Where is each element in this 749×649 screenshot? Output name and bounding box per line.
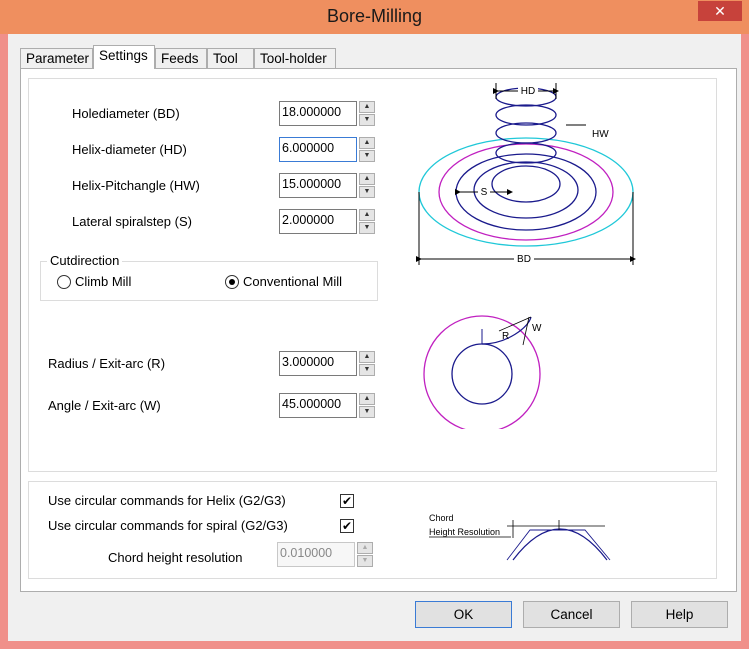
climb-mill-label[interactable]: Climb Mill xyxy=(75,274,131,289)
dialog-window: Bore-Milling ✕ Parameter Settings Feeds … xyxy=(0,0,749,649)
close-button[interactable]: ✕ xyxy=(698,1,742,21)
check-icon: ✔ xyxy=(341,519,353,533)
exit-radius-spinner: 3.000000 ▲ ▼ xyxy=(279,351,377,376)
spin-down-icon[interactable]: ▼ xyxy=(359,222,375,234)
cancel-button[interactable]: Cancel xyxy=(523,601,620,628)
dialog-client: Parameter Settings Feeds Tool Tool-holde… xyxy=(8,34,741,641)
circular-spiral-checkbox[interactable]: ✔ xyxy=(340,519,354,533)
circular-helix-label: Use circular commands for Helix (G2/G3) xyxy=(48,493,286,508)
helix-diameter-spinner: 6.000000 ▲ ▼ xyxy=(279,137,377,162)
chord-resolution-label: Chord height resolution xyxy=(108,550,243,565)
exit-radius-input[interactable]: 3.000000 xyxy=(279,351,357,376)
spin-down-icon[interactable]: ▼ xyxy=(359,406,375,418)
settings-panel: Holediameter (BD) 18.000000 ▲ ▼ Helix-dia… xyxy=(20,68,737,592)
w-label: W xyxy=(532,323,542,334)
spin-up-icon[interactable]: ▲ xyxy=(359,393,375,405)
helix-pitch-spinner: 15.000000 ▲ ▼ xyxy=(279,173,377,198)
spin-down-icon[interactable]: ▼ xyxy=(357,555,373,567)
spin-down-icon[interactable]: ▼ xyxy=(359,150,375,162)
title-bar[interactable]: Bore-Milling ✕ xyxy=(0,0,749,34)
window-title: Bore-Milling xyxy=(326,6,423,26)
exit-radius-label: Radius / Exit-arc (R) xyxy=(48,356,166,371)
lateral-step-label: Lateral spiralstep (S) xyxy=(72,214,192,229)
spin-up-icon[interactable]: ▲ xyxy=(359,173,375,185)
spin-up-icon[interactable]: ▲ xyxy=(359,101,375,113)
spin-down-icon[interactable]: ▼ xyxy=(359,364,375,376)
hole-diameter-label: Holediameter (BD) xyxy=(72,106,180,121)
lateral-step-input[interactable]: 2.000000 xyxy=(279,209,357,234)
helix-pitch-label: Helix-Pitchangle (HW) xyxy=(72,178,200,193)
climb-mill-radio[interactable] xyxy=(57,275,71,289)
height-resolution-label: Height Resolution xyxy=(429,527,500,537)
tab-tool-holder[interactable]: Tool-holder xyxy=(254,48,336,68)
chord-resolution-spinner: 0.010000 ▲ ▼ xyxy=(277,542,375,567)
spin-down-icon[interactable]: ▼ xyxy=(359,186,375,198)
circular-spiral-label: Use circular commands for spiral (G2/G3) xyxy=(48,518,288,533)
tab-settings[interactable]: Settings xyxy=(93,45,155,69)
s-label: S xyxy=(481,187,488,198)
ok-button[interactable]: OK xyxy=(415,601,512,628)
tab-feeds[interactable]: Feeds xyxy=(155,48,207,68)
tab-tool[interactable]: Tool xyxy=(207,48,254,68)
cutdirection-group: Cutdirection Climb Mill Conventional Mil… xyxy=(40,253,378,301)
hole-diameter-input[interactable]: 18.000000 xyxy=(279,101,357,126)
check-icon: ✔ xyxy=(341,494,353,508)
spin-up-icon[interactable]: ▲ xyxy=(357,542,373,554)
help-button[interactable]: Help xyxy=(631,601,728,628)
chord-label: Chord xyxy=(429,513,454,523)
circular-commands-section: Use circular commands for Helix (G2/G3) … xyxy=(28,481,717,579)
tab-parameter[interactable]: Parameter xyxy=(20,48,93,68)
exit-arc-diagram: R W xyxy=(423,315,542,429)
cutdirection-title: Cutdirection xyxy=(47,253,123,268)
exit-angle-label: Angle / Exit-arc (W) xyxy=(48,398,161,413)
lateral-step-spinner: 2.000000 ▲ ▼ xyxy=(279,209,377,234)
parameters-section: Holediameter (BD) 18.000000 ▲ ▼ Helix-dia… xyxy=(28,78,717,472)
close-icon: ✕ xyxy=(714,3,726,19)
exit-inner-circle xyxy=(451,343,513,405)
helix-pitch-input[interactable]: 15.000000 xyxy=(279,173,357,198)
bd-label: BD xyxy=(517,254,531,265)
conventional-mill-radio[interactable] xyxy=(225,275,239,289)
helix-diameter-input[interactable]: 6.000000 xyxy=(279,137,357,162)
spin-up-icon[interactable]: ▲ xyxy=(359,351,375,363)
helix-path xyxy=(455,87,597,231)
conventional-mill-label[interactable]: Conventional Mill xyxy=(243,274,342,289)
chord-diagram: Chord Height Resolution xyxy=(429,513,611,561)
hw-label: HW xyxy=(592,129,609,140)
spin-up-icon[interactable]: ▲ xyxy=(359,209,375,221)
circular-helix-checkbox[interactable]: ✔ xyxy=(340,494,354,508)
spin-up-icon[interactable]: ▲ xyxy=(359,137,375,149)
r-label: R xyxy=(502,331,509,342)
exit-angle-input[interactable]: 45.000000 xyxy=(279,393,357,418)
hd-label: HD xyxy=(521,86,535,97)
hole-diameter-spinner: 18.000000 ▲ ▼ xyxy=(279,101,377,126)
helix-diagram: HD HW S BD xyxy=(416,83,636,265)
exit-angle-spinner: 45.000000 ▲ ▼ xyxy=(279,393,377,418)
spin-down-icon[interactable]: ▼ xyxy=(359,114,375,126)
chord-resolution-input[interactable]: 0.010000 xyxy=(277,542,355,567)
helix-diameter-label: Helix-diameter (HD) xyxy=(72,142,187,157)
